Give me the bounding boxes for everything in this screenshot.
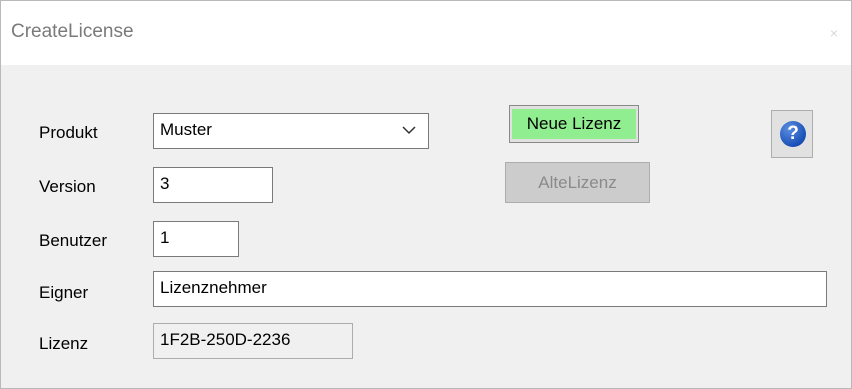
help-button[interactable]: ? [771,110,813,158]
produkt-selected-value: Muster [160,120,212,139]
eigner-field[interactable]: Lizenznehmer [153,271,827,307]
benutzer-label: Benutzer [39,231,108,250]
help-icon: ? [780,121,806,147]
version-field[interactable]: 3 [153,167,273,203]
produkt-label: Produkt [39,123,98,142]
close-icon[interactable]: × [817,1,851,65]
title-bar[interactable]: CreateLicense × [1,1,851,65]
neue-lizenz-label: Neue Lizenz [512,109,636,139]
alte-lizenz-button[interactable]: AlteLizenz [505,162,650,203]
neue-lizenz-button[interactable]: Neue Lizenz [509,105,639,143]
benutzer-field[interactable]: 1 [153,221,239,257]
create-license-window: CreateLicense × Produkt Muster Version 3… [0,0,852,389]
eigner-label: Eigner [39,283,89,302]
chevron-down-icon[interactable] [402,115,416,156]
lizenz-label: Lizenz [39,334,89,353]
window-title: CreateLicense [11,21,134,42]
lizenz-field[interactable]: 1F2B-250D-2236 [153,323,353,359]
version-label: Version [39,177,96,196]
produkt-dropdown[interactable]: Muster [153,113,429,149]
